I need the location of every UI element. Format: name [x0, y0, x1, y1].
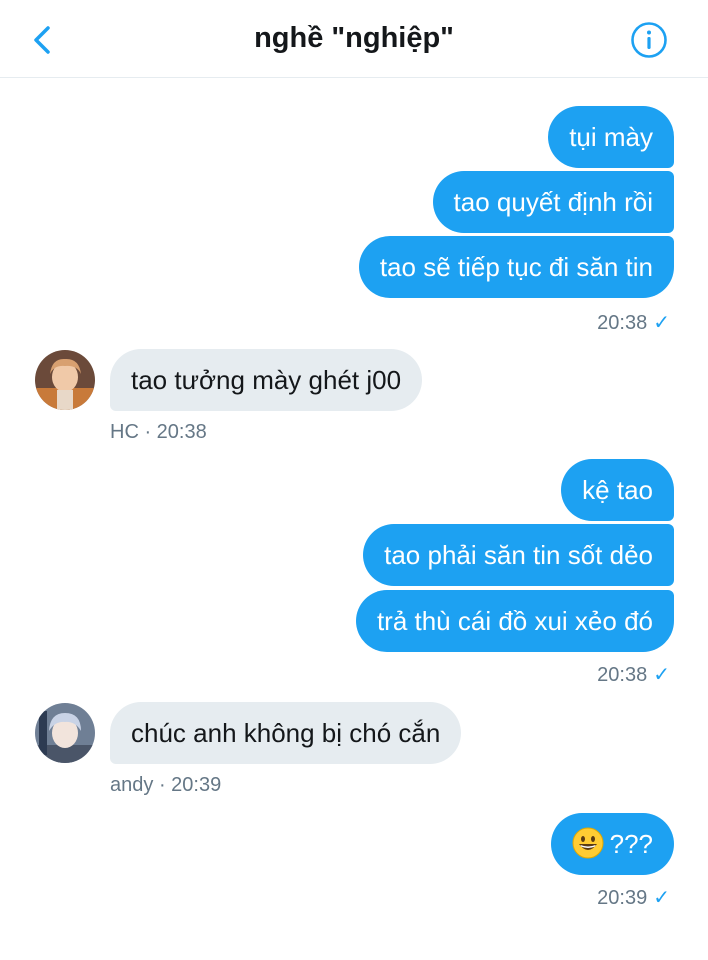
avatar[interactable] [35, 703, 95, 763]
sender-name: andy [110, 774, 154, 796]
outgoing-message[interactable]: tao sẽ tiếp tục đi săn tin [358, 236, 674, 298]
avatar-image [35, 350, 95, 410]
sent-check-icon: ✓ [653, 887, 670, 909]
sender-name: HC [110, 421, 139, 443]
avatar[interactable] [35, 350, 95, 410]
avatar-image [35, 703, 95, 763]
message-meta: 20:38 ✓ [597, 310, 670, 335]
message-time: 20:39 [597, 887, 648, 909]
outgoing-message[interactable]: tao quyết định rồi [432, 171, 674, 233]
conversation-title[interactable]: nghề "nghiệp" [0, 22, 708, 55]
message-time: 20:38 [597, 664, 648, 686]
incoming-message[interactable]: chúc anh không bị chó cắn [110, 702, 462, 764]
message-meta: 20:39 ✓ [597, 885, 670, 910]
outgoing-message[interactable]: kệ tao [561, 459, 674, 521]
message-time: 20:38 [597, 312, 648, 334]
outgoing-message[interactable]: tụi mày [548, 106, 674, 168]
message-time: · 20:38 [144, 421, 207, 443]
message-text: ??? [609, 829, 653, 859]
message-meta: andy · 20:39 [110, 774, 221, 797]
conversation-header: nghề "nghiệp" [0, 0, 708, 78]
outgoing-message[interactable]: ??? [550, 813, 674, 875]
sent-check-icon: ✓ [653, 664, 670, 686]
message-meta: 20:38 ✓ [597, 662, 670, 687]
message-time: · 20:39 [158, 774, 222, 796]
grinning-face-emoji [572, 827, 604, 859]
incoming-message[interactable]: tao tưởng mày ghét j00 [110, 349, 423, 411]
outgoing-message[interactable]: tao phải săn tin sốt dẻo [363, 524, 674, 586]
message-meta: HC · 20:38 [110, 421, 207, 444]
sent-check-icon: ✓ [653, 312, 670, 334]
outgoing-message[interactable]: trả thù cái đồ xui xẻo đó [355, 590, 674, 652]
info-circle-icon[interactable] [630, 21, 668, 59]
